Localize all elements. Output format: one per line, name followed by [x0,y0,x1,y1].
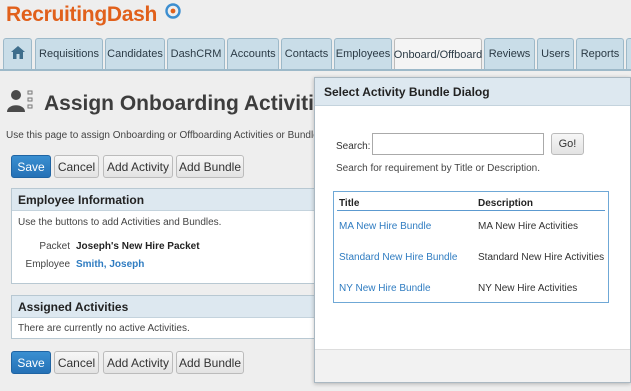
page-intro: Use this page to assign Onboarding or Of… [6,130,335,141]
main-nav: Requisitions Candidates DashCRM Accounts… [3,38,631,71]
dash-logo-icon [164,1,181,25]
tab-home[interactable] [3,38,32,69]
tab-label: Requisitions [39,48,99,60]
user-checklist-icon [6,88,40,117]
home-icon [10,45,26,63]
tab-label: Accounts [230,48,276,60]
logo-text-recruiting: Recruiting [6,3,107,26]
app-logo[interactable]: RecruitingDash [6,3,181,27]
tab-employees[interactable]: Employees [334,38,392,69]
tab-label: Reports [580,48,620,60]
bundle-description: MA New Hire Activities [478,221,579,232]
bundle-title-link[interactable]: MA New Hire Bundle [339,221,431,232]
assigned-activities-empty: There are currently no active Activities… [18,323,190,334]
tab-label: Reviews [488,48,531,60]
bundle-title-link[interactable]: NY New Hire Bundle [339,283,431,294]
tab-contacts[interactable]: Contacts [281,38,332,69]
tab-dashcrm[interactable]: DashCRM [167,38,225,69]
employee-info-panel: Employee Information Use the buttons to … [11,188,321,284]
tab-label: Users [541,48,570,60]
packet-value: Joseph's New Hire Packet [76,241,200,252]
dialog-footer [315,349,630,382]
search-hint: Search for requirement by Title or Descr… [336,163,540,174]
tab-reviews[interactable]: Reviews [484,38,535,69]
tab-users[interactable]: Users [537,38,574,69]
column-header-title: Title [339,198,360,209]
bundle-description: Standard New Hire Activities [478,252,605,263]
save-button-bottom[interactable]: Save [11,351,51,374]
go-button[interactable]: Go! [551,133,584,155]
tab-accounts[interactable]: Accounts [227,38,279,69]
employee-info-heading: Employee Information [12,189,320,211]
packet-label: Packet [39,241,70,252]
search-label: Search: [336,141,371,152]
add-activity-button-bottom[interactable]: Add Activity [103,351,173,374]
tab-label: Contacts [284,48,329,60]
save-button[interactable]: Save [11,155,51,178]
add-bundle-button[interactable]: Add Bundle [176,155,244,178]
tab-candidates[interactable]: Candidates [105,38,165,69]
add-activity-button[interactable]: Add Activity [103,155,173,178]
tab-label: Employees [335,48,391,60]
column-header-description: Description [478,198,534,209]
tab-onboard-offboard[interactable]: Onboard/Offboard [394,38,482,71]
add-bundle-button-bottom[interactable]: Add Bundle [176,351,244,374]
tab-reports[interactable]: Reports [576,38,624,69]
employee-info-instructions: Use the buttons to add Activities and Bu… [18,217,222,228]
search-input[interactable] [372,133,544,155]
tab-requisitions[interactable]: Requisitions [35,38,103,69]
tab-more[interactable] [626,38,631,69]
assigned-activities-heading: Assigned Activities [12,296,320,318]
nav-underline [0,69,631,71]
assigned-activities-panel: Assigned Activities There are currently … [11,295,321,339]
tab-label: DashCRM [170,48,222,60]
header-divider [337,210,605,211]
bundle-title-link[interactable]: Standard New Hire Bundle [339,252,457,263]
bundle-description: NY New Hire Activities [478,283,578,294]
select-activity-bundle-dialog: Select Activity Bundle Dialog Search: Go… [314,77,631,383]
tab-label: Candidates [107,48,163,60]
tab-label: Onboard/Offboard [393,49,483,61]
employee-label: Employee [25,259,70,270]
cancel-button[interactable]: Cancel [54,155,99,178]
bundle-results-table: Title Description MA New Hire Bundle MA … [333,191,609,303]
employee-link[interactable]: Smith, Joseph [76,259,144,270]
dialog-title: Select Activity Bundle Dialog [315,78,630,106]
cancel-button-bottom[interactable]: Cancel [54,351,99,374]
packet-row: Packet Joseph's New Hire Packet [16,241,306,255]
page-title: Assign Onboarding Activities [44,92,338,115]
employee-row: Employee Smith, Joseph [16,259,306,273]
logo-text-dash: Dash [106,3,157,26]
